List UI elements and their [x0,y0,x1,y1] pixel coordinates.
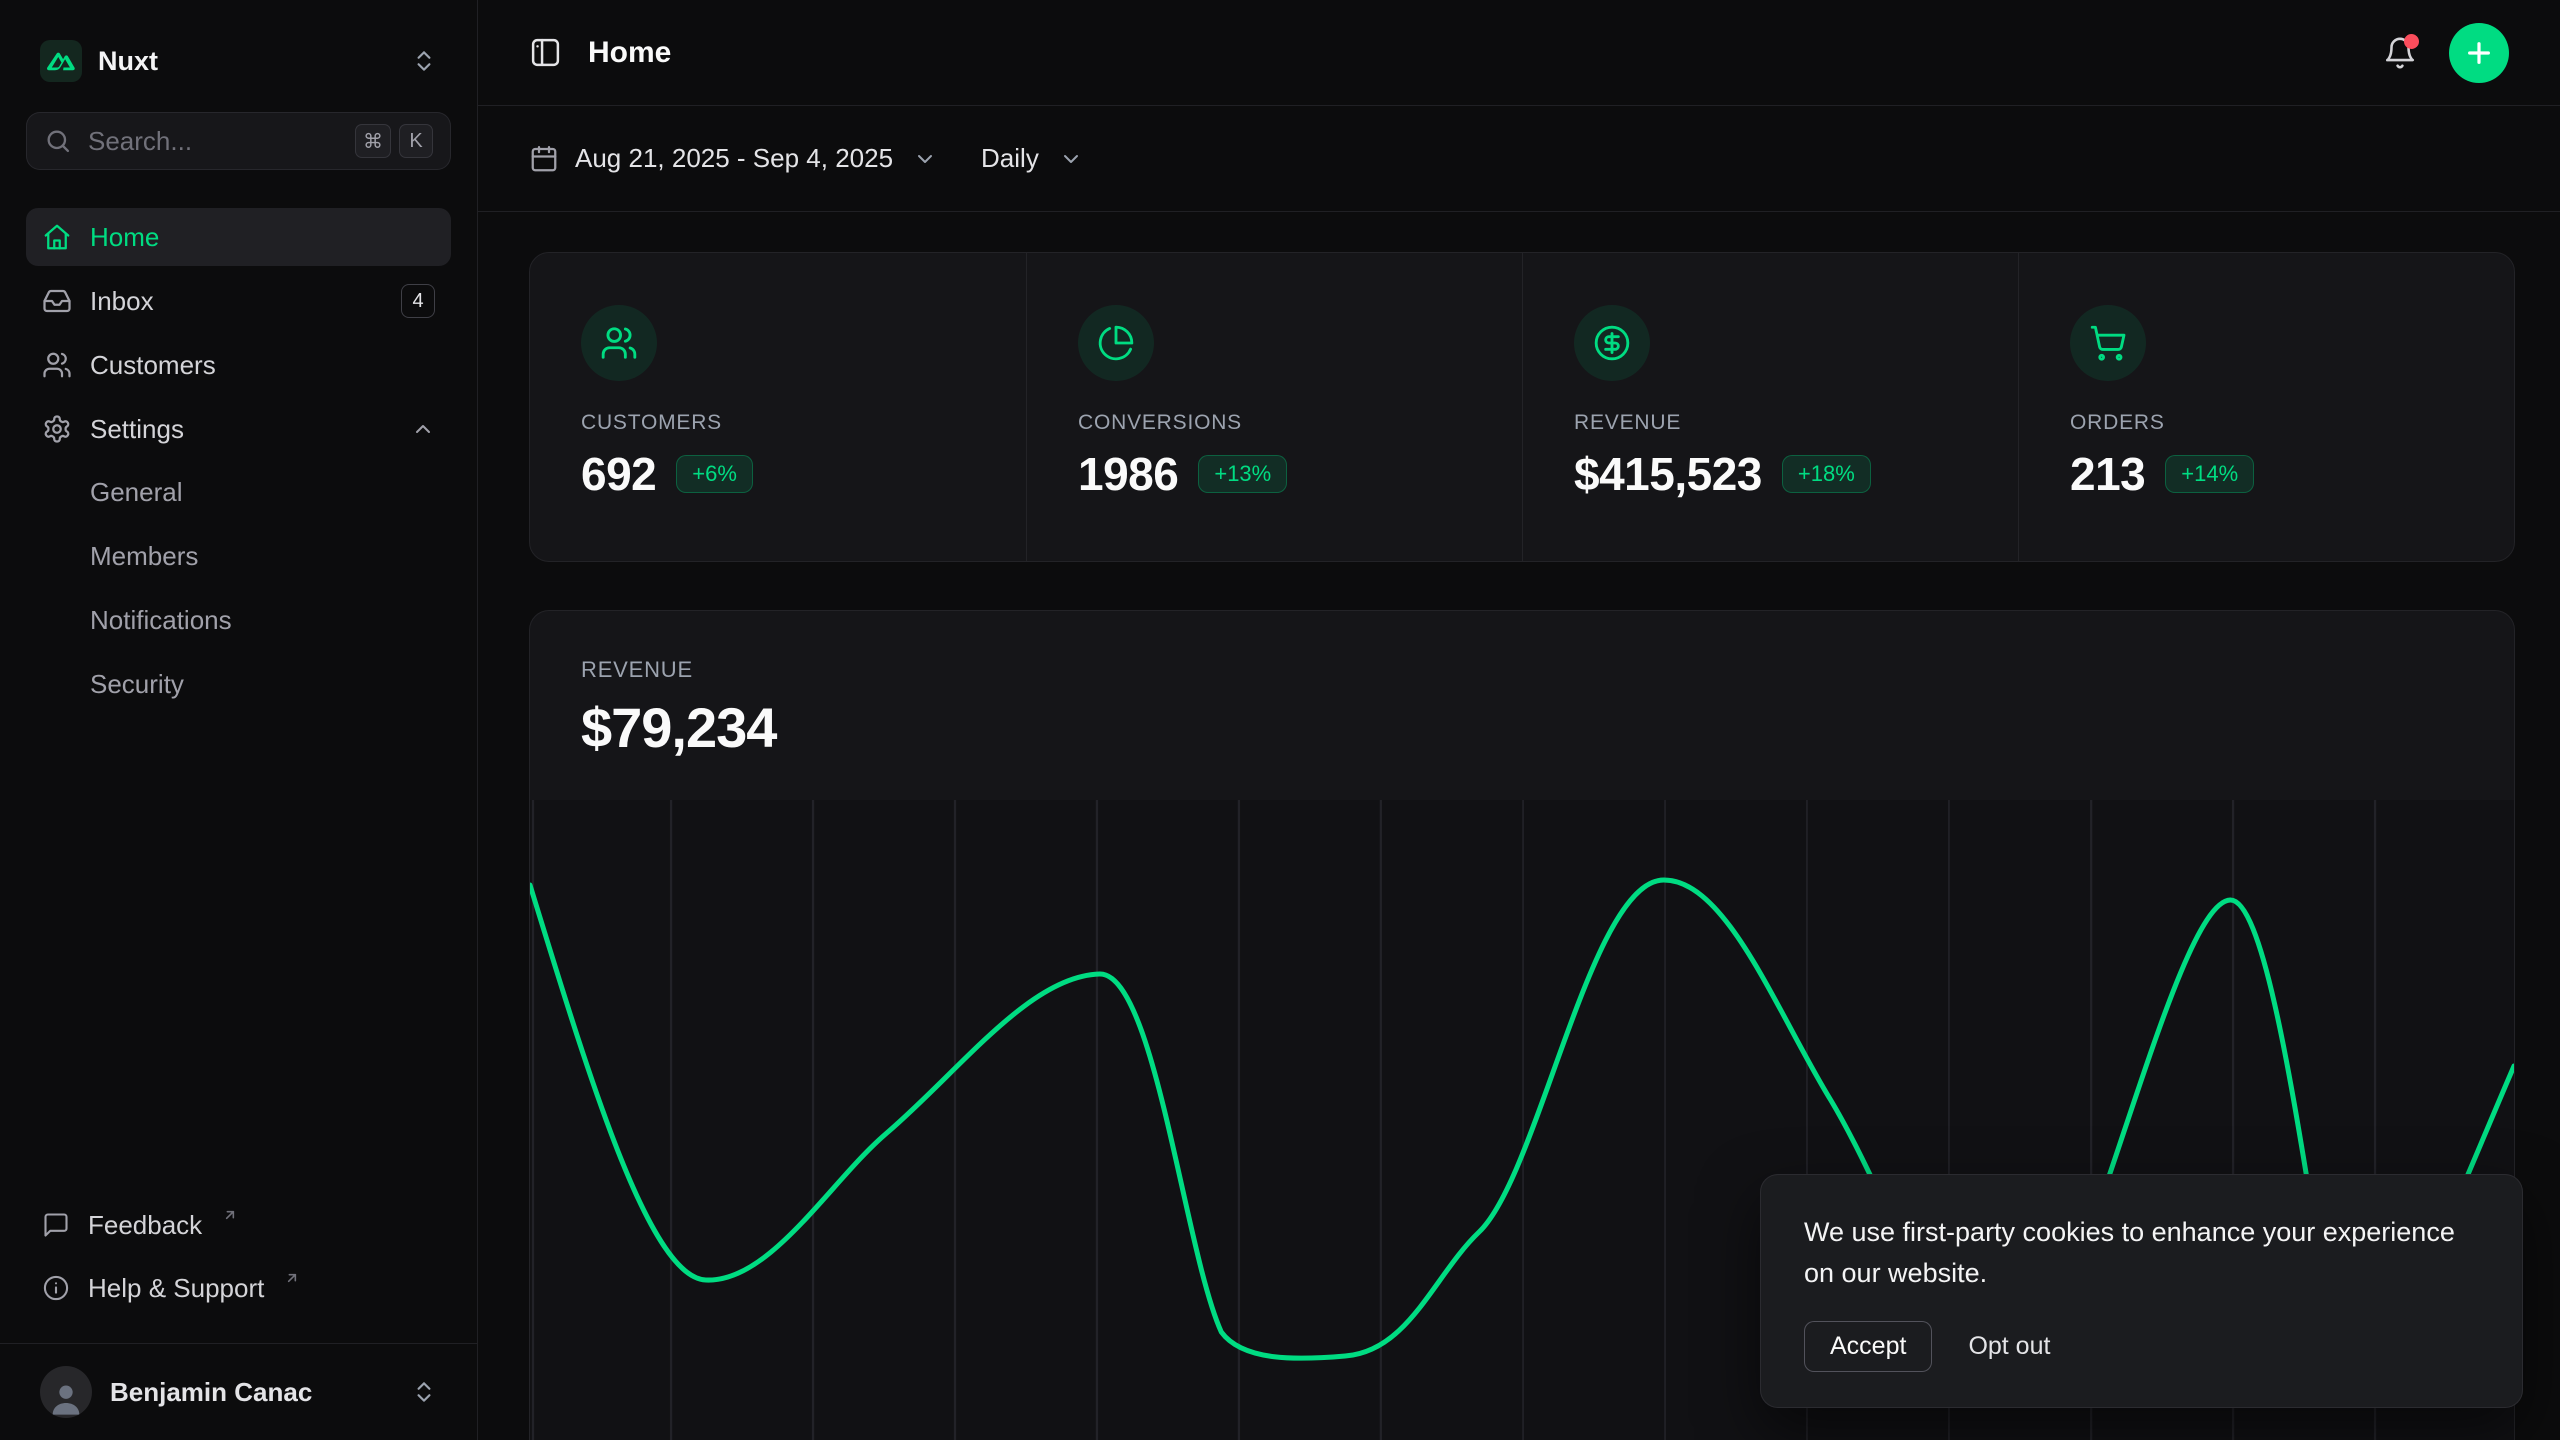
stat-value: $415,523 [1574,447,1762,501]
cookie-message: We use first-party cookies to enhance yo… [1804,1212,2479,1293]
k-key: K [399,124,433,158]
stat-delta-badge: +18% [1782,455,1871,493]
stat-value: 1986 [1078,447,1178,501]
footer-item-label: Feedback [88,1210,202,1241]
sidebar-footer: Feedback Help & Support [26,1197,451,1323]
accept-button[interactable]: Accept [1804,1321,1932,1372]
sidebar-item-label: Settings [90,414,184,445]
stat-delta-badge: +14% [2165,455,2254,493]
stat-label: CONVERSIONS [1078,411,1471,435]
external-link-icon [284,1270,300,1286]
workspace-selector[interactable]: Nuxt [26,26,451,96]
stat-value: 213 [2070,447,2145,501]
calendar-icon [529,144,559,174]
chevrons-up-down-icon [411,48,437,74]
revenue-chart-label: REVENUE [581,657,2463,683]
stat-card-conversions: CONVERSIONS 1986 +13% [1026,253,1522,561]
search-shortcut: ⌘ K [355,124,433,158]
date-range-picker[interactable]: Aug 21, 2025 - Sep 4, 2025 [529,143,937,174]
sub-item-label: Members [90,541,198,572]
info-circle-icon [42,1274,70,1302]
stat-card-revenue: REVENUE $415,523 +18% [1522,253,2018,561]
inbox-icon [42,286,72,316]
plus-icon [2463,37,2495,69]
notifications-button[interactable] [2383,36,2417,70]
revenue-chart-value: $79,234 [581,695,2463,760]
notification-dot [2404,34,2419,49]
stats-cards: CUSTOMERS 692 +6% CONVERSIONS 1986 +13% [529,252,2515,562]
stat-delta-badge: +6% [676,455,753,493]
avatar [40,1366,92,1418]
stat-label: ORDERS [2070,411,2463,435]
page-title: Home [588,36,671,70]
sidebar-subitem-notifications[interactable]: Notifications [26,592,451,648]
dollar-circle-icon [1574,305,1650,381]
sidebar-subitem-members[interactable]: Members [26,528,451,584]
sidebar-item-inbox[interactable]: Inbox 4 [26,272,451,330]
period-value: Daily [981,143,1039,174]
cart-icon [2070,305,2146,381]
external-link-icon [222,1207,238,1223]
speech-bubble-icon [42,1211,70,1239]
sidebar-nav: Home Inbox 4 Customers Settings General [26,208,451,720]
inbox-count-badge: 4 [401,284,435,318]
chevron-down-icon [1059,147,1083,171]
nuxt-logo [40,40,82,82]
sidebar-item-home[interactable]: Home [26,208,451,266]
stat-delta-badge: +13% [1198,455,1287,493]
users-icon [581,305,657,381]
date-range-value: Aug 21, 2025 - Sep 4, 2025 [575,143,893,174]
stat-value: 692 [581,447,656,501]
stat-label: CUSTOMERS [581,411,975,435]
search-input[interactable]: Search... ⌘ K [26,112,451,170]
panel-left-icon[interactable] [529,36,562,69]
period-select[interactable]: Daily [981,143,1083,174]
feedback-link[interactable]: Feedback [26,1197,451,1253]
sub-item-label: General [90,477,183,508]
sidebar-spacer [0,720,477,1197]
page-header: Home [478,0,2560,106]
sidebar: Nuxt Search... ⌘ K Home Inbox 4 [0,0,478,1440]
chevrons-up-down-icon [411,1379,437,1405]
help-support-link[interactable]: Help & Support [26,1260,451,1316]
stat-card-customers: CUSTOMERS 692 +6% [530,253,1026,561]
meta-key: ⌘ [355,124,391,158]
chevron-down-icon [913,147,937,171]
stat-card-orders: ORDERS 213 +14% [2018,253,2514,561]
sidebar-item-customers[interactable]: Customers [26,336,451,394]
sidebar-item-settings[interactable]: Settings [26,400,451,458]
sidebar-subitem-security[interactable]: Security [26,656,451,712]
chevron-up-icon [411,417,435,441]
users-icon [42,350,72,380]
user-menu[interactable]: Benjamin Canac [0,1343,477,1440]
search-placeholder: Search... [88,126,192,157]
toolbar: Aug 21, 2025 - Sep 4, 2025 Daily [478,106,2560,212]
sidebar-item-label: Home [90,222,159,253]
stat-label: REVENUE [1574,411,1967,435]
sidebar-subitem-general[interactable]: General [26,464,451,520]
search-icon [44,127,72,155]
add-button[interactable] [2449,23,2509,83]
sidebar-item-label: Inbox [90,286,154,317]
pie-chart-icon [1078,305,1154,381]
sub-item-label: Notifications [90,605,232,636]
user-name: Benjamin Canac [110,1377,312,1408]
workspace-name: Nuxt [98,46,158,77]
home-icon [42,222,72,252]
cookie-consent-toast: We use first-party cookies to enhance yo… [1760,1174,2523,1408]
footer-item-label: Help & Support [88,1273,264,1304]
gear-icon [42,414,72,444]
sub-item-label: Security [90,669,184,700]
opt-out-button[interactable]: Opt out [1968,1332,2050,1361]
sidebar-item-label: Customers [90,350,216,381]
